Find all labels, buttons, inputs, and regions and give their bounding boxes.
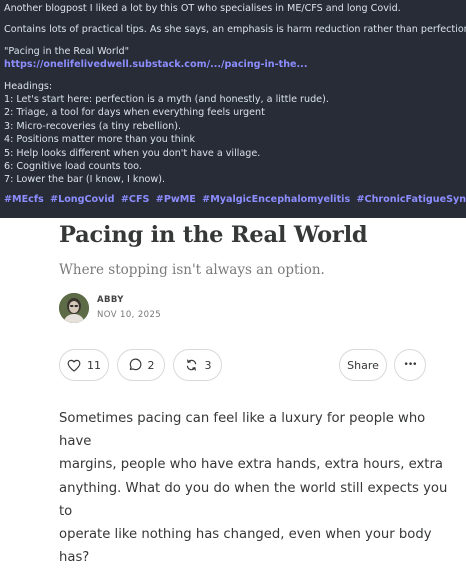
body-line: anything. What do you do when the world … <box>59 480 448 519</box>
heading-item: 7: Lower the bar (I know, I know). <box>4 174 166 186</box>
post-link[interactable]: https://onelifelivedwell.substack.com/..… <box>4 59 307 70</box>
like-button[interactable]: 11 <box>59 349 109 381</box>
body-line: operate like nothing has changed, even w… <box>59 527 432 566</box>
post-text-line: Another blogpost I liked a lot by this O… <box>4 3 401 14</box>
article-preview: Pacing in the Real World Where stopping … <box>0 218 466 565</box>
avatar[interactable] <box>59 293 89 323</box>
hashtag-link[interactable]: #MEcfs <box>4 194 44 205</box>
hashtag-row: #MEcfs #LongCovid #CFS #PwME #MyalgicEnc… <box>4 193 466 206</box>
heading-item: 2: Triage, a tool for days when everythi… <box>4 107 265 119</box>
share-label: Share <box>347 358 379 372</box>
body-line: margins, people who have extra hands, ex… <box>59 457 443 473</box>
heart-icon <box>67 359 81 372</box>
hashtag-link[interactable]: #CFS <box>121 194 150 205</box>
author-name[interactable]: ABBY <box>97 295 124 305</box>
hashtag-link[interactable]: #MyalgicEncephalomyelitis <box>202 194 350 205</box>
avatar-photo-icon <box>59 293 89 323</box>
heading-item: 3: Micro-recoveries (a tiny rebellion). <box>4 120 182 132</box>
article-body: Sometimes pacing can feel like a luxury … <box>59 407 461 569</box>
restack-count: 3 <box>204 358 212 372</box>
comment-count: 2 <box>147 358 155 372</box>
social-post: Another blogpost I liked a lot by this O… <box>0 0 466 218</box>
article-subtitle: Where stopping isn't always an option. <box>59 262 325 278</box>
restack-icon <box>186 359 196 371</box>
heading-item: 6: Cognitive load counts too. <box>4 161 142 173</box>
heading-item: 1: Let's start here: perfection is a myt… <box>4 94 329 106</box>
comment-icon <box>129 358 141 371</box>
publish-date: NOV 10, 2025 <box>97 310 162 320</box>
body-line: Sometimes pacing can feel like a luxury … <box>59 411 426 450</box>
more-icon: ••• <box>403 360 418 370</box>
share-button[interactable]: Share <box>339 349 387 381</box>
like-count: 11 <box>87 358 101 372</box>
heading-item: 5: Help looks different when you don't h… <box>4 147 261 159</box>
heading-item: 4: Positions matter more than you think <box>4 134 196 146</box>
hashtag-link[interactable]: #ChronicFatigueSyndrome <box>357 194 466 205</box>
comment-button[interactable]: 2 <box>117 349 165 381</box>
post-text-line: Contains lots of practical tips. As she … <box>4 24 466 36</box>
hashtag-link[interactable]: #LongCovid <box>50 194 114 205</box>
hashtag-link[interactable]: #PwME <box>156 194 196 205</box>
headings-label: Headings: <box>4 80 53 92</box>
more-options-button[interactable]: ••• <box>394 349 426 381</box>
article-title: Pacing in the Real World <box>59 222 368 248</box>
restack-button[interactable]: 3 <box>173 349 222 381</box>
post-quote: "Pacing in the Real World" <box>4 45 130 57</box>
